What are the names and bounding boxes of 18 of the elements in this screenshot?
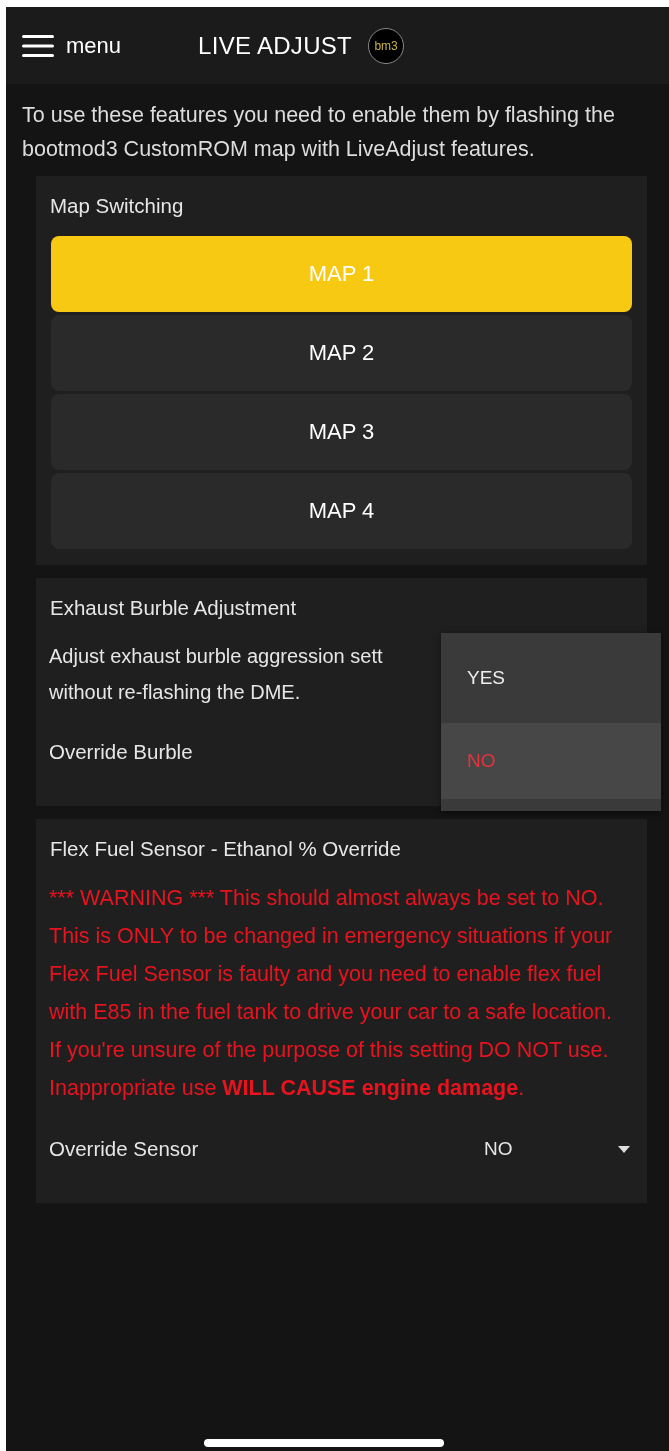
menu-icon	[22, 34, 54, 57]
setting-label: Override Burble	[49, 740, 193, 764]
brand-logo: bm3	[368, 27, 405, 64]
caret-icon	[618, 1145, 630, 1153]
card-title: Flex Fuel Sensor - Ethanol % Override	[50, 837, 402, 861]
card-title: Map Switching	[50, 194, 185, 218]
description-text: Adjust exhaust burble aggression sett without re-flashing the DME.	[49, 644, 383, 705]
setting-label: Override Sensor	[49, 1137, 199, 1161]
map-button[interactable]: MAP 3	[51, 394, 632, 470]
warning-text: *** WARNING *** This should almost always be set to NO. This is ONLY to be changed in emergency situations if your Flex Fuel Sensor is faulty and you need to enable flex fuel with E85 in the fuel tank to drive your car to a safe location. If you're unsure of the purpose of this setting DO NOT use. Inappropriate use WILL CAUSE engine damage.	[49, 885, 614, 1102]
map-button[interactable]: MAP 4	[51, 473, 632, 549]
card-title: Exhaust Burble Adjustment	[50, 596, 298, 620]
dropdown-option[interactable]: YES	[441, 633, 661, 723]
intro-text: To use these features you need to enable them by flashing the bootmod3 CustomROM map with LiveAdjust features.	[22, 102, 616, 163]
map-button[interactable]: MAP 2	[51, 315, 632, 391]
page-title: LIVE ADJUST	[198, 31, 353, 60]
menu-button[interactable]: menu	[22, 32, 122, 59]
select-field[interactable]: NO	[484, 1138, 634, 1160]
